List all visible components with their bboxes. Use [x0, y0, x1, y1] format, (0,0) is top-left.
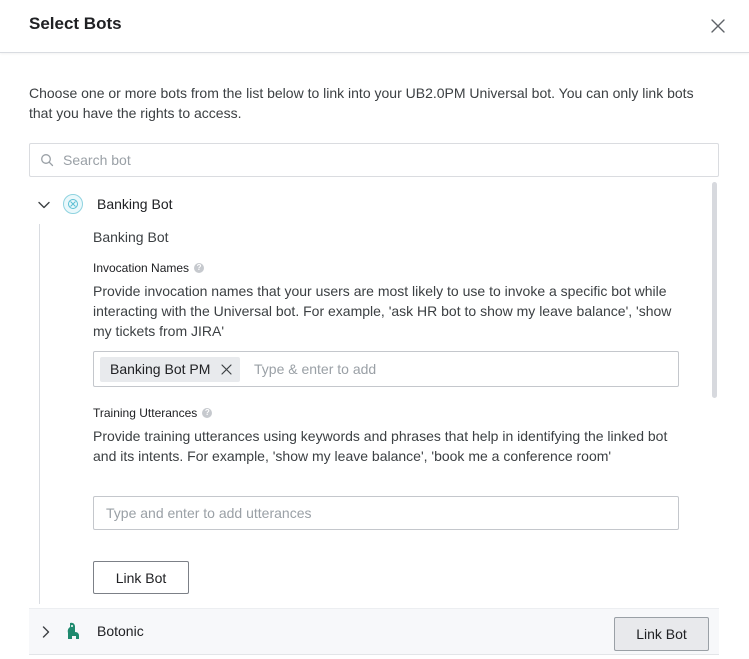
chevron-down-icon[interactable]: [36, 197, 52, 213]
training-utterances-input[interactable]: [93, 496, 679, 530]
search-icon: [41, 154, 54, 167]
scrollbar-thumb[interactable]: [712, 182, 717, 398]
banking-bot-avatar-icon: [63, 194, 83, 214]
link-bot-button[interactable]: Link Bot: [93, 561, 189, 594]
bot-subtitle: Banking Bot: [93, 229, 169, 245]
dialog-description: Choose one or more bots from the list be…: [29, 85, 694, 121]
dialog-title: Select Bots: [29, 14, 122, 33]
help-icon[interactable]: ?: [194, 263, 205, 273]
training-utterances-label: Training Utterances ?: [93, 406, 213, 420]
search-box: [29, 143, 719, 177]
invocation-names-description: Provide invocation names that your users…: [93, 283, 672, 339]
invocation-names-label-text: Invocation Names: [93, 261, 190, 275]
close-button[interactable]: [706, 14, 730, 38]
search-input[interactable]: [63, 144, 703, 176]
close-icon: [711, 19, 725, 33]
training-utterances-label-text: Training Utterances: [93, 406, 198, 420]
bot-name: Banking Bot: [97, 196, 173, 212]
chip-label: Banking Bot PM: [110, 361, 211, 377]
invocation-names-label: Invocation Names ?: [93, 261, 205, 275]
training-utterances-description: Provide training utterances using keywor…: [93, 428, 668, 464]
help-icon[interactable]: ?: [202, 408, 213, 418]
botonic-avatar-icon: [67, 622, 79, 639]
invocation-tag-chip: Banking Bot PM: [100, 357, 241, 382]
invocation-name-text-input[interactable]: [254, 354, 664, 384]
remove-tag-icon[interactable]: [221, 364, 232, 375]
expanded-section-divider: [39, 224, 40, 604]
bot-name: Botonic: [97, 623, 144, 639]
dialog-header: Select Bots: [0, 0, 749, 53]
link-bot-button[interactable]: Link Bot: [614, 617, 709, 651]
invocation-names-input[interactable]: Banking Bot PM: [93, 351, 679, 387]
chevron-right-icon[interactable]: [38, 624, 54, 640]
